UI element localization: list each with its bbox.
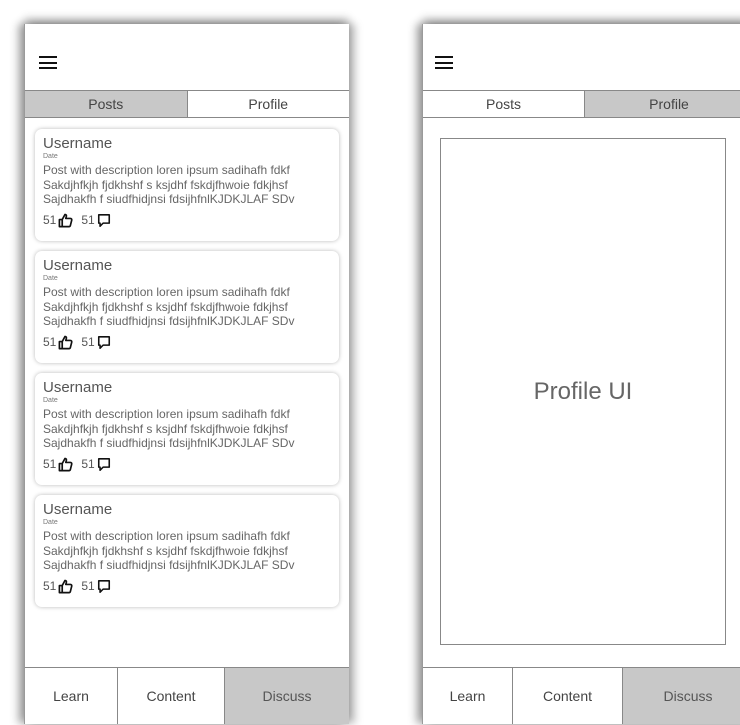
comment-bubble-icon[interactable] <box>97 335 111 350</box>
tab-posts[interactable]: Posts <box>25 91 187 117</box>
bottom-nav: Learn Content Discuss <box>423 667 740 724</box>
post-username: Username <box>43 135 113 152</box>
posts-screen: Posts Profile Username Date Post with de… <box>24 24 349 724</box>
like-count: 51 <box>43 335 57 349</box>
profile-placeholder: Profile UI <box>440 138 726 645</box>
tab-bar: Posts Profile <box>423 90 740 118</box>
post-date: Date <box>43 397 58 404</box>
tab-profile[interactable]: Profile <box>584 91 740 117</box>
hamburger-menu-icon[interactable] <box>435 56 453 69</box>
thumbs-up-icon[interactable] <box>58 335 73 350</box>
post-stats: 51 51 <box>43 579 331 594</box>
post-list: Username Date Post with description lore… <box>35 129 339 617</box>
nav-discuss[interactable]: Discuss <box>224 668 349 724</box>
post-description: Post with description loren ipsum sadiha… <box>43 407 295 450</box>
profile-placeholder-label: Profile UI <box>533 377 633 405</box>
comment-bubble-icon[interactable] <box>97 213 111 228</box>
tab-posts[interactable]: Posts <box>423 91 584 117</box>
post-card[interactable]: Username Date Post with description lore… <box>35 251 339 363</box>
comment-count: 51 <box>81 335 95 349</box>
post-date: Date <box>43 153 58 160</box>
tab-profile[interactable]: Profile <box>186 91 349 117</box>
post-card[interactable]: Username Date Post with description lore… <box>35 373 339 485</box>
post-description: Post with description loren ipsum sadiha… <box>43 285 295 328</box>
tab-bar: Posts Profile <box>25 90 349 118</box>
like-count: 51 <box>43 457 57 471</box>
profile-screen: Posts Profile Profile UI Learn Content D… <box>422 24 740 724</box>
post-description: Post with description loren ipsum sadiha… <box>43 529 295 572</box>
nav-content[interactable]: Content <box>512 668 622 724</box>
nav-content[interactable]: Content <box>117 668 224 724</box>
comment-bubble-icon[interactable] <box>97 579 111 594</box>
like-count: 51 <box>43 579 57 593</box>
comment-count: 51 <box>81 213 95 227</box>
hamburger-menu-icon[interactable] <box>39 56 57 69</box>
post-username: Username <box>43 257 113 274</box>
nav-learn[interactable]: Learn <box>25 668 117 724</box>
comment-count: 51 <box>81 579 95 593</box>
post-stats: 51 51 <box>43 457 331 472</box>
post-stats: 51 51 <box>43 213 331 228</box>
thumbs-up-icon[interactable] <box>58 213 73 228</box>
thumbs-up-icon[interactable] <box>58 457 73 472</box>
post-username: Username <box>43 379 113 396</box>
post-description: Post with description loren ipsum sadiha… <box>43 163 295 206</box>
comment-count: 51 <box>81 457 95 471</box>
thumbs-up-icon[interactable] <box>58 579 73 594</box>
nav-discuss[interactable]: Discuss <box>622 668 740 724</box>
post-card[interactable]: Username Date Post with description lore… <box>35 495 339 607</box>
nav-learn[interactable]: Learn <box>423 668 512 724</box>
comment-bubble-icon[interactable] <box>97 457 111 472</box>
bottom-nav: Learn Content Discuss <box>25 667 349 724</box>
like-count: 51 <box>43 213 57 227</box>
post-date: Date <box>43 275 58 282</box>
post-card[interactable]: Username Date Post with description lore… <box>35 129 339 241</box>
post-stats: 51 51 <box>43 335 331 350</box>
post-username: Username <box>43 501 113 518</box>
post-date: Date <box>43 519 58 526</box>
